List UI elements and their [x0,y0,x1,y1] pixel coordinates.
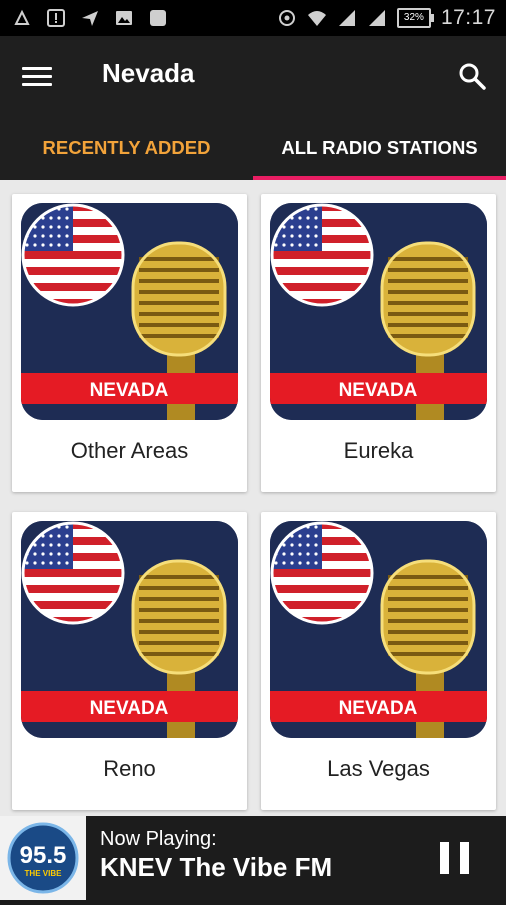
state-banner-text: NEVADA [339,380,418,401]
station-name: Eureka [343,438,414,463]
station-logo-icon: 95.5 THE VIBE [7,822,79,894]
app-bar: Nevada RECENTLY ADDED ALL RADIO STATIONS [0,36,506,180]
station-card-las-vegas[interactable]: NEVADA Las Vegas [261,512,496,810]
station-thumbnail: NEVADA [21,521,238,738]
station-thumbnail: NEVADA [270,203,487,420]
hamburger-menu-icon[interactable] [22,62,52,90]
station-artwork: NEVADA [270,203,487,420]
station-artwork: NEVADA [270,521,487,738]
square-icon [150,10,166,26]
station-card-other-areas[interactable]: NEVADA Other Areas [12,194,247,492]
signal-icon-2 [368,10,385,26]
station-logo: 95.5 THE VIBE [0,816,86,900]
tab-all-radio-stations[interactable]: ALL RADIO STATIONS [253,132,506,180]
usb-icon [14,9,30,25]
sync-icon [278,10,295,26]
station-artwork: NEVADA [21,203,238,420]
state-banner-text: NEVADA [90,380,169,401]
state-banner-text: NEVADA [339,698,418,719]
logo-subtext: THE VIBE [25,869,63,878]
station-card-eureka[interactable]: NEVADA Eureka [261,194,496,492]
image-icon [116,11,132,25]
tab-recently-added[interactable]: RECENTLY ADDED [0,132,253,180]
station-artwork: NEVADA [21,521,238,738]
station-thumbnail: NEVADA [21,203,238,420]
state-banner-text: NEVADA [90,698,169,719]
now-playing-bar[interactable]: 95.5 THE VIBE Now Playing: KNEV The Vibe… [0,816,506,900]
page-title: Nevada [102,58,195,88]
station-name: Reno [103,756,156,781]
station-card-reno[interactable]: NEVADA Reno [12,512,247,810]
tab-bar: RECENTLY ADDED ALL RADIO STATIONS [0,132,506,180]
stations-grid: NEVADA Other Areas NEVADA Eureka NEVADA … [0,180,506,816]
send-icon [82,11,98,26]
status-time: 17:17 [440,6,496,29]
station-name: Other Areas [70,438,189,463]
alert-icon [47,9,65,27]
search-icon[interactable] [456,60,488,92]
now-playing-label: Now Playing: [100,828,217,850]
station-thumbnail: NEVADA [270,521,487,738]
status-bar: 32% 17:17 [0,0,506,36]
battery-icon: 32% [396,8,434,28]
pause-icon[interactable] [440,842,470,874]
wifi-icon [307,11,326,26]
station-name: Las Vegas [327,756,430,781]
logo-frequency: 95.5 [20,842,67,869]
now-playing-station: KNEV The Vibe FM [100,852,333,882]
signal-icon [338,10,355,26]
